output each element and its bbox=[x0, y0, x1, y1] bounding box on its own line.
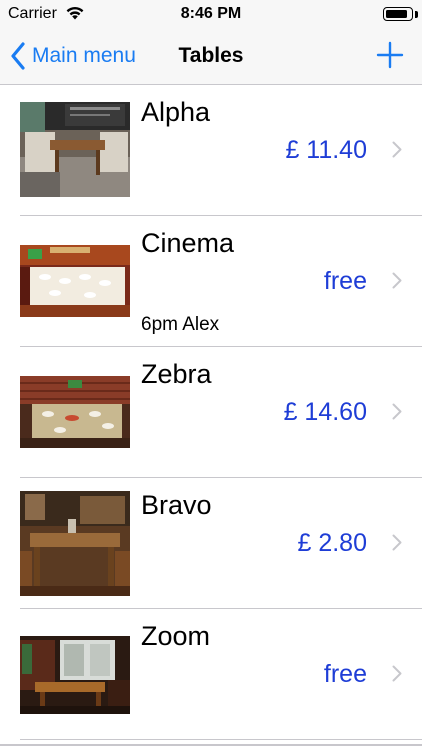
chevron-right-icon bbox=[392, 665, 402, 682]
table-row[interactable]: Zoom free bbox=[20, 609, 422, 740]
tables-list: Alpha £ 11.40 Cinema free 6pm Alex Zebra… bbox=[0, 85, 422, 740]
table-name: Zebra bbox=[141, 359, 212, 389]
battery-icon bbox=[383, 7, 413, 21]
table-price: £ 11.40 bbox=[285, 136, 367, 164]
plus-icon[interactable] bbox=[376, 41, 404, 69]
table-photo bbox=[20, 102, 130, 197]
table-name: Bravo bbox=[141, 490, 212, 520]
battery-tip bbox=[415, 11, 418, 18]
table-price: £ 2.80 bbox=[297, 529, 367, 557]
table-photo bbox=[20, 636, 130, 714]
chevron-right-icon bbox=[392, 534, 402, 551]
clock-label: 8:46 PM bbox=[180, 5, 242, 22]
table-name: Alpha bbox=[141, 97, 211, 127]
table-price: free bbox=[323, 267, 367, 295]
table-name: Cinema bbox=[141, 228, 235, 258]
table-row[interactable]: Cinema free 6pm Alex bbox=[20, 216, 422, 347]
table-price: free bbox=[323, 660, 367, 688]
navigation-bar: Main menu Tables bbox=[0, 30, 422, 85]
table-name: Zoom bbox=[141, 621, 211, 651]
table-photo bbox=[20, 376, 130, 448]
chevron-right-icon bbox=[392, 141, 402, 158]
chevron-right-icon bbox=[392, 272, 402, 289]
table-row[interactable]: Alpha £ 11.40 bbox=[20, 85, 422, 216]
chevron-right-icon bbox=[392, 403, 402, 420]
tables-screen: Carrier 8:46 PM Main menu Tables Alpha £… bbox=[0, 0, 422, 750]
bottom-divider bbox=[0, 744, 422, 746]
table-row[interactable]: Bravo £ 2.80 bbox=[20, 478, 422, 609]
table-row[interactable]: Zebra £ 14.60 bbox=[20, 347, 422, 478]
table-price: £ 14.60 bbox=[283, 398, 367, 426]
table-photo bbox=[20, 491, 130, 596]
table-photo bbox=[20, 245, 130, 317]
page-title: Tables bbox=[178, 44, 244, 67]
table-note: 6pm Alex bbox=[141, 314, 220, 335]
status-bar: Carrier 8:46 PM bbox=[0, 0, 422, 30]
